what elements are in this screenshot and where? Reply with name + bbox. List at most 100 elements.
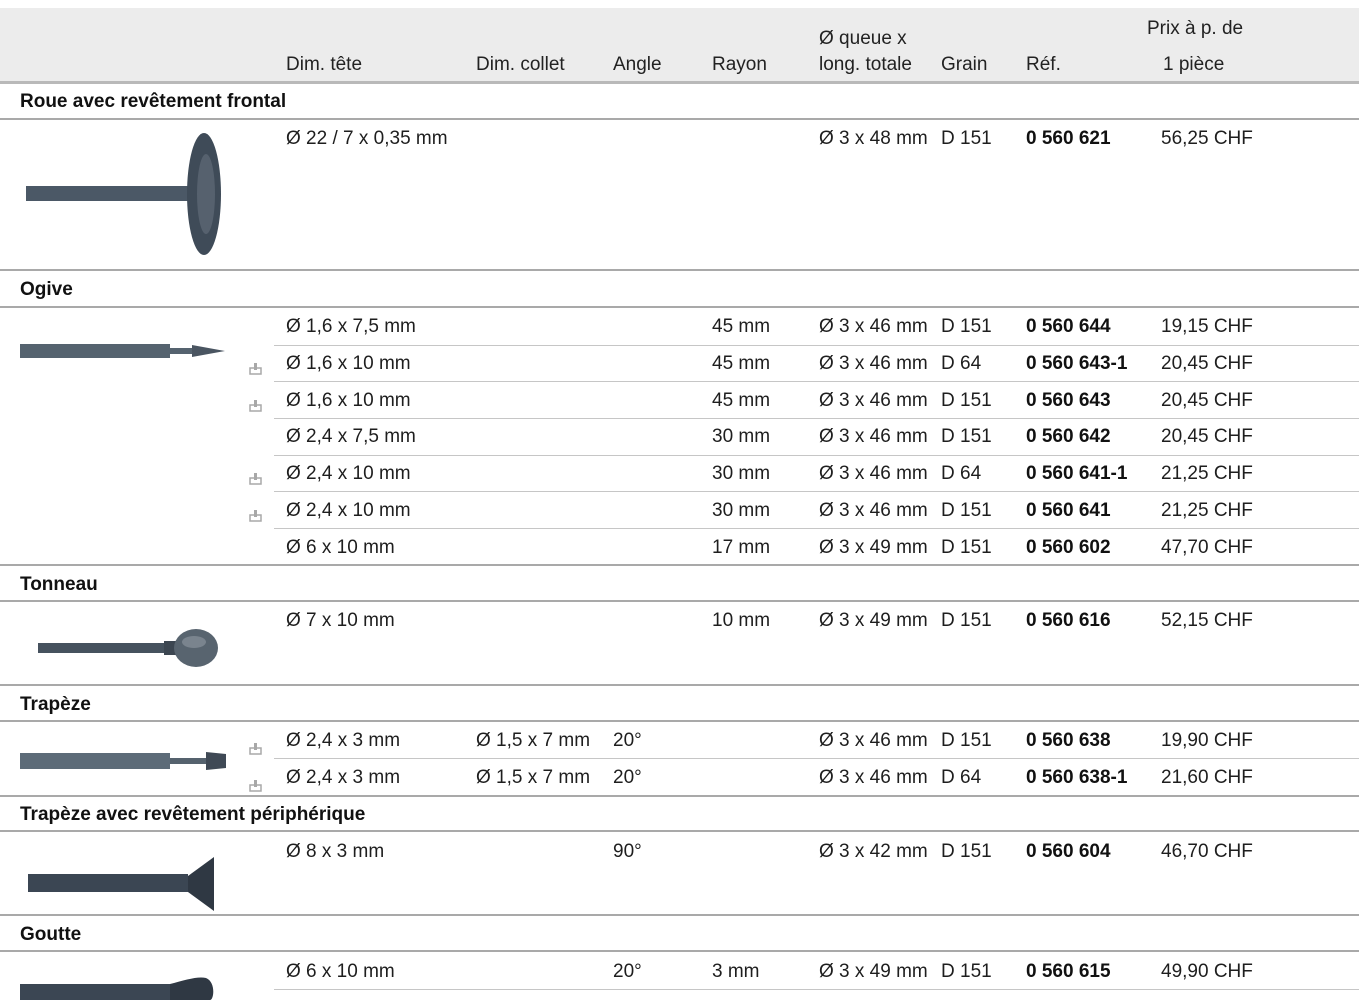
prix-value: 21,25 CHF — [1161, 463, 1253, 484]
sample-marker-icon — [249, 363, 262, 375]
queue-value: Ø 3 x 49 mm — [819, 537, 928, 558]
ref-value: 0 560 641 — [1026, 500, 1111, 521]
queue-value: Ø 3 x 46 mm — [819, 390, 928, 411]
queue-value: Ø 3 x 46 mm — [819, 426, 928, 447]
sample-marker-icon — [249, 743, 262, 755]
sample-marker-icon — [249, 510, 262, 522]
section-rule — [0, 600, 1359, 602]
col-dim-collet: Dim. collet — [476, 54, 565, 75]
grain-value: D 64 — [941, 463, 982, 484]
section-rule — [0, 720, 1359, 722]
angle-value: 20° — [613, 730, 642, 751]
dim-tete-value: Ø 2,4 x 7,5 mm — [286, 426, 416, 447]
prix-value: 21,60 CHF — [1161, 767, 1253, 788]
dim-tete-value: Ø 1,6 x 10 mm — [286, 353, 411, 374]
queue-value: Ø 3 x 49 mm — [819, 961, 928, 982]
header-rule — [0, 81, 1359, 84]
barrel-tool-image — [38, 629, 218, 667]
rayon-value: 30 mm — [712, 426, 771, 447]
section-title-ogive: Ogive — [20, 279, 73, 300]
col-rayon: Rayon — [712, 54, 767, 75]
row-divider — [274, 455, 1359, 456]
prix-value: 20,45 CHF — [1161, 390, 1253, 411]
section-rule — [0, 914, 1359, 916]
grain-value: D 151 — [941, 961, 992, 982]
queue-value: Ø 3 x 46 mm — [819, 767, 928, 788]
angle-value: 20° — [613, 767, 642, 788]
grain-value: D 64 — [941, 767, 982, 788]
dim-tete-value: Ø 2,4 x 10 mm — [286, 500, 411, 521]
section-title-goutte: Goutte — [20, 924, 82, 945]
rayon-value: 45 mm — [712, 316, 771, 337]
ref-value: 0 560 643 — [1026, 390, 1111, 411]
rayon-value: 17 mm — [712, 537, 771, 558]
rayon-value: 45 mm — [712, 390, 771, 411]
grain-value: D 151 — [941, 390, 992, 411]
rayon-value: 10 mm — [712, 610, 771, 631]
section-rule — [0, 564, 1359, 566]
prix-value: 46,70 CHF — [1161, 841, 1253, 862]
prix-value: 19,90 CHF — [1161, 730, 1253, 751]
prix-value: 20,45 CHF — [1161, 353, 1253, 374]
angle-value: 90° — [613, 841, 642, 862]
prix-value: 47,70 CHF — [1161, 537, 1253, 558]
section-title-trapeze: Trapèze — [20, 694, 91, 715]
prix-value: 21,25 CHF — [1161, 500, 1253, 521]
grain-value: D 151 — [941, 841, 992, 862]
queue-value: Ø 3 x 46 mm — [819, 730, 928, 751]
dim-collet-value: Ø 1,5 x 7 mm — [476, 730, 591, 751]
row-divider — [274, 758, 1359, 759]
dim-tete-value: Ø 22 / 7 x 0,35 mm — [286, 128, 448, 149]
rayon-value: 45 mm — [712, 353, 771, 374]
section-title-roue: Roue avec revêtement frontal — [20, 91, 287, 112]
sample-marker-icon — [249, 780, 262, 792]
section-rule — [0, 306, 1359, 308]
section-title-trapeze-peripherique: Trapèze avec revêtement périphérique — [20, 804, 366, 825]
dim-tete-value: Ø 8 x 3 mm — [286, 841, 385, 862]
row-divider — [274, 989, 1359, 990]
col-angle: Angle — [613, 54, 662, 75]
prix-value: 52,15 CHF — [1161, 610, 1253, 631]
dim-tete-value: Ø 7 x 10 mm — [286, 610, 395, 631]
sample-marker-icon — [249, 400, 262, 412]
ref-value: 0 560 642 — [1026, 426, 1111, 447]
ref-value: 0 560 615 — [1026, 961, 1111, 982]
prix-value: 49,90 CHF — [1161, 961, 1253, 982]
queue-value: Ø 3 x 48 mm — [819, 128, 928, 149]
wheel-tool-image — [26, 133, 221, 255]
grain-value: D 151 — [941, 537, 992, 558]
grain-value: D 151 — [941, 500, 992, 521]
trapeze-tool-image — [20, 752, 226, 770]
queue-value: Ø 3 x 46 mm — [819, 500, 928, 521]
ref-value: 0 560 644 — [1026, 316, 1111, 337]
sample-marker-icon — [249, 473, 262, 485]
row-divider — [274, 491, 1359, 492]
col-queue-line1: Ø queue x — [819, 28, 907, 49]
row-divider — [274, 381, 1359, 382]
prix-value: 19,15 CHF — [1161, 316, 1253, 337]
col-ref: Réf. — [1026, 54, 1061, 75]
cone-tool-image — [28, 857, 214, 911]
grain-value: D 64 — [941, 353, 982, 374]
col-grain: Grain — [941, 54, 988, 75]
ref-value: 0 560 643-1 — [1026, 353, 1128, 374]
row-divider — [274, 528, 1359, 529]
row-divider — [274, 418, 1359, 419]
row-divider — [274, 345, 1359, 346]
queue-value: Ø 3 x 49 mm — [819, 610, 928, 631]
section-rule — [0, 795, 1359, 797]
rayon-value: 30 mm — [712, 500, 771, 521]
grain-value: D 151 — [941, 730, 992, 751]
grain-value: D 151 — [941, 128, 992, 149]
ogive-tool-image — [20, 344, 225, 358]
col-dim-tete: Dim. tête — [286, 54, 363, 75]
dim-tete-value: Ø 2,4 x 3 mm — [286, 730, 401, 751]
section-title-tonneau: Tonneau — [20, 574, 98, 595]
dim-tete-value: Ø 1,6 x 7,5 mm — [286, 316, 416, 337]
dim-tete-value: Ø 1,6 x 10 mm — [286, 390, 411, 411]
queue-value: Ø 3 x 42 mm — [819, 841, 928, 862]
rayon-value: 30 mm — [712, 463, 771, 484]
queue-value: Ø 3 x 46 mm — [819, 316, 928, 337]
section-rule — [0, 830, 1359, 832]
col-queue-line2: long. totale — [819, 54, 912, 75]
